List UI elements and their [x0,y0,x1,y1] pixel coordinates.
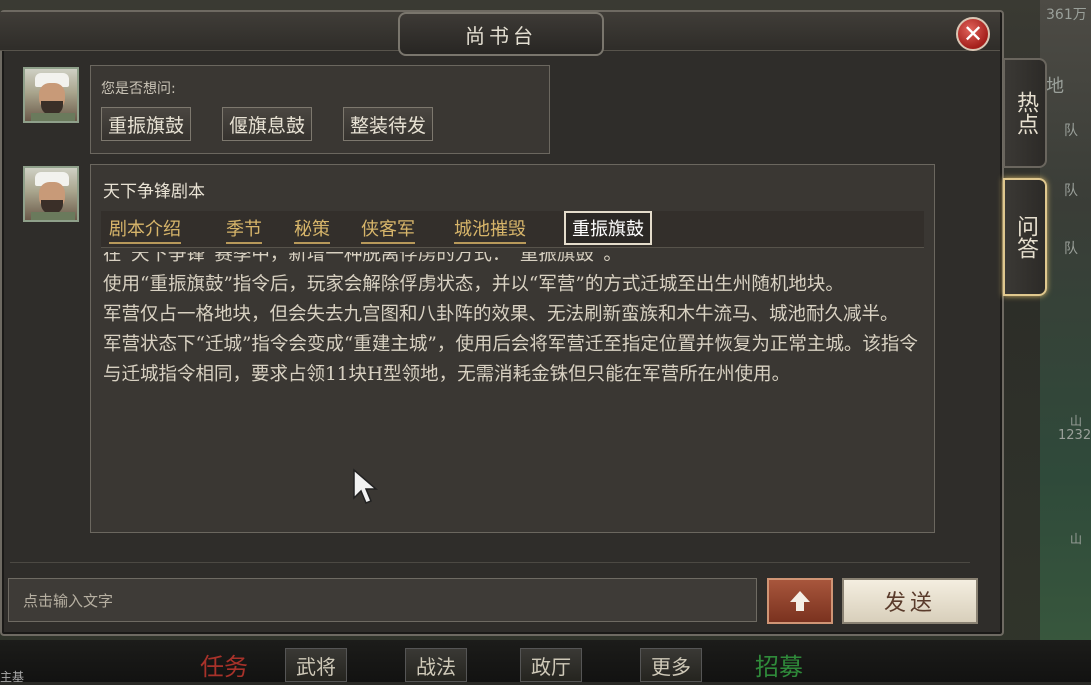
map-label: 地 [1046,76,1064,97]
arrow-up-icon [790,591,810,611]
answer-paragraph-2: 使用“重振旗鼓”指令后，玩家会解除俘虏状态，并以“军营”的方式迁城至出生州随机地… [103,274,844,295]
answer-paragraph-3: 军营仅占一格地块，但会失去九宫图和八卦阵的效果、无法刷新蛮族和木牛流马、城池耐久… [103,304,899,325]
close-icon: ✕ [962,20,984,48]
answer-title: 天下争锋剧本 [103,182,205,202]
topic-tab-row: 剧本介绍 季节 秘策 侠客军 城池摧毁 重振旗鼓 [101,211,924,248]
tab-hot-topics-label: 热点 [1013,91,1038,135]
topic-tab-intro[interactable]: 剧本介绍 [109,214,181,244]
topic-tab-season[interactable]: 季节 [226,214,262,244]
answer-content: 在“天下争锋”赛季中，新增一种脱离俘虏的方式：“重振旗鼓”。 使用“重振旗鼓”指… [103,252,923,527]
map-text-mountain-2: 山 [1070,532,1083,546]
answer-paragraph-4: 军营状态下“迁城”指令会变成“重建主城”，使用后会将军营迁至指定位置并恢复为正常… [103,334,918,385]
advisor-avatar [23,67,79,123]
dialog-title: 尚书台 [398,12,604,56]
advisor-avatar-2 [23,166,79,222]
suggestion-button-2[interactable]: 偃旗息鼓 [222,107,313,141]
resource-count: 361万 [1046,7,1087,23]
team-label-1: 队 [1064,123,1078,139]
topic-tab-city-destroy[interactable]: 城池摧毁 [454,214,526,244]
suggestion-prompt: 您是否想问: [101,81,176,97]
input-divider [10,562,970,563]
tab-hot-topics[interactable]: 热点 [1003,58,1047,168]
bottom-tab-generals[interactable]: 武将 [285,648,347,682]
tab-qa-label: 问答 [1013,215,1038,259]
topic-tab-rally[interactable]: 重振旗鼓 [564,211,652,245]
mouse-pointer-icon [353,468,379,504]
team-label-2: 队 [1064,183,1078,199]
bottom-tab-tasks[interactable]: 任务 [190,648,258,681]
topic-tab-secret[interactable]: 秘策 [294,214,330,244]
scroll-up-button[interactable] [767,578,833,624]
map-coord: 1232 [1058,428,1091,443]
topic-tab-knight-army[interactable]: 侠客军 [361,214,415,244]
message-input-placeholder: 点击输入文字 [23,591,114,610]
tab-qa[interactable]: 问答 [1003,178,1047,296]
answer-bubble: 天下争锋剧本 剧本介绍 季节 秘策 侠客军 城池摧毁 重振旗鼓 在“天下争锋”赛… [90,164,935,533]
suggestion-bubble: 您是否想问: 重振旗鼓 偃旗息鼓 整装待发 [90,65,550,154]
suggestion-button-3[interactable]: 整装待发 [343,107,434,141]
map-right-strip: 361万 地 队 队 队 山 1232 山 [1040,0,1091,682]
bottom-tab-more[interactable]: 更多 [640,648,702,682]
bottom-tab-recruit[interactable]: 招募 [745,648,813,681]
close-button[interactable]: ✕ [956,17,990,51]
send-button[interactable]: 发送 [842,578,978,624]
bottom-tab-office[interactable]: 政厅 [520,648,582,682]
team-label-3: 队 [1064,241,1078,257]
bottom-left-text: 主基 [0,670,25,684]
answer-paragraph-1: 在“天下争锋”赛季中，新增一种脱离俘虏的方式：“重振旗鼓”。 [103,252,622,265]
bottom-tab-tactics[interactable]: 战法 [405,648,467,682]
map-text-mountain: 山 [1070,414,1083,428]
suggestion-button-1[interactable]: 重振旗鼓 [101,107,192,141]
message-input[interactable]: 点击输入文字 [8,578,757,622]
